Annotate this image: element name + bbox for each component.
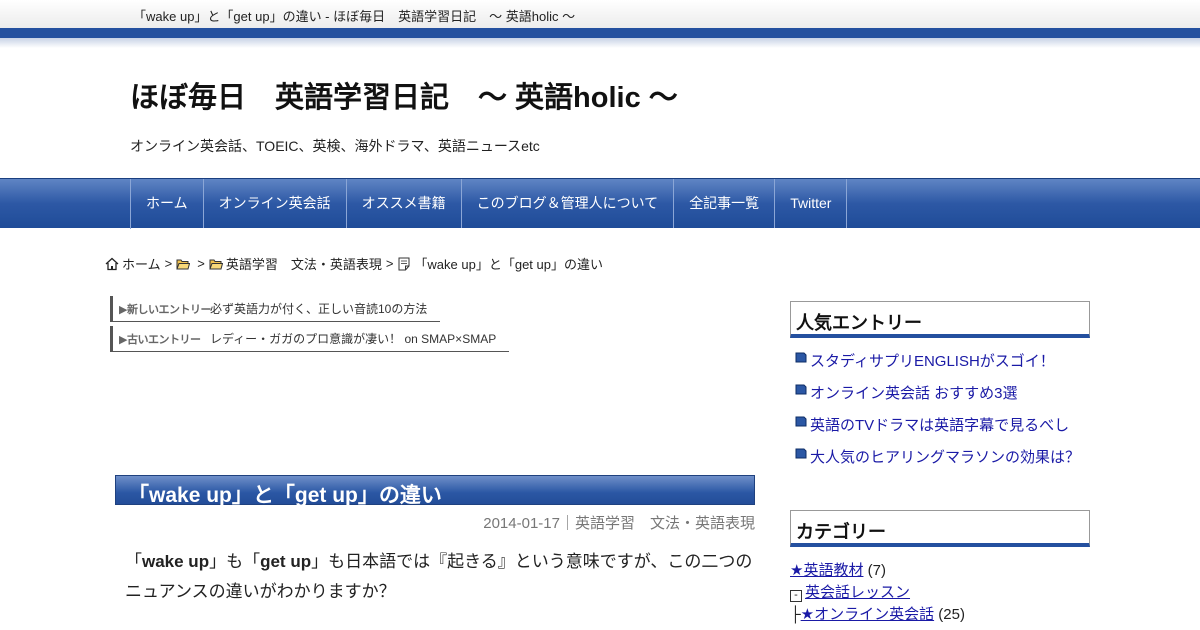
breadcrumb: ホーム > > 英語学習 文法・英語表現 > 「wake up」と「get up…: [105, 254, 603, 273]
older-entry-row: ▶古いエントリー レディー・ガガのプロ意識が凄い！ on SMAP×SMAP: [110, 326, 509, 352]
collapse-toggle-icon[interactable]: -: [790, 590, 802, 602]
tree-branch-icon: ├: [790, 606, 801, 623]
older-entry-link[interactable]: レディー・ガガのプロ意識が凄い！ on SMAP×SMAP: [210, 330, 508, 347]
category-link[interactable]: ★英語教材: [790, 562, 863, 579]
bullet-icon: [795, 448, 807, 459]
category-item: ★英語教材 (7): [790, 559, 886, 580]
nav-item-online-eikaiwa[interactable]: オンライン英会話: [204, 179, 347, 228]
home-icon: [105, 257, 119, 270]
post-body-keyword: wake up: [142, 552, 210, 571]
category-count: (25): [938, 606, 965, 623]
popular-item[interactable]: スタディサプリENGLISHがスゴイ！: [795, 350, 1055, 371]
nav-item-all-posts[interactable]: 全記事一覧: [674, 179, 776, 228]
newer-entry-row: ▶新しいエントリー 必ず英語力が付く、正しい音読10の方法: [110, 296, 440, 322]
popular-widget-title: 人気エントリー: [796, 313, 922, 333]
post-meta-separator: ｜: [559, 515, 575, 532]
category-link[interactable]: ★オンライン英会話: [801, 606, 934, 623]
window-title-bar: 「wake up」と「get up」の違い - ほぼ毎日 英語学習日記 ～ 英語…: [0, 0, 1200, 28]
document-icon: [398, 257, 410, 270]
breadcrumb-separator: >: [164, 256, 173, 271]
nav-item-home[interactable]: ホーム: [131, 179, 204, 228]
breadcrumb-home[interactable]: ホーム: [122, 254, 161, 273]
post-body-text: 」も「: [209, 552, 261, 571]
folder-icon: [209, 259, 223, 269]
popular-item-label[interactable]: スタディサプリENGLISHがスゴイ！: [810, 350, 1055, 371]
popular-item[interactable]: 大人気のヒアリングマラソンの効果は？: [795, 446, 1080, 467]
breadcrumb-separator: >: [197, 256, 205, 271]
post-category-link[interactable]: 英語学習 文法・英語表現: [575, 515, 755, 532]
newer-entry-tag: ▶新しいエントリー: [119, 303, 211, 316]
nav-item-books[interactable]: オススメ書籍: [347, 179, 462, 228]
top-shadow: [0, 38, 1200, 48]
category-widget-title: カテゴリー: [796, 522, 886, 542]
nav-item-about[interactable]: このブログ＆管理人について: [462, 179, 675, 228]
older-entry-tag: ▶古いエントリー: [119, 333, 201, 346]
nav-list: ホーム オンライン英会話 オススメ書籍 このブログ＆管理人について 全記事一覧 …: [130, 179, 848, 229]
breadcrumb-category[interactable]: 英語学習 文法・英語表現: [226, 254, 382, 273]
category-link[interactable]: 英会話レッスン: [805, 584, 910, 601]
category-widget-header: カテゴリー: [790, 510, 1090, 547]
top-accent-stripe: [0, 28, 1200, 38]
post-body: 「wake up」も「get up」も日本語では『起きる』という意味ですが、この…: [125, 547, 755, 607]
popular-item-label[interactable]: 大人気のヒアリングマラソンの効果は？: [810, 446, 1080, 467]
post-date: 2014-01-17: [483, 515, 560, 532]
site-title[interactable]: ほぼ毎日 英語学習日記 ～ 英語holic ～: [130, 74, 678, 116]
site-description: オンライン英会話、TOEIC、英検、海外ドラマ、英語ニュースetc: [130, 138, 540, 154]
breadcrumb-current: 「wake up」と「get up」の違い: [414, 257, 603, 272]
post-body-keyword: get up: [260, 552, 312, 571]
popular-item[interactable]: 英語のTVドラマは英語字幕で見るべし: [795, 414, 1069, 435]
popular-item-label[interactable]: 英語のTVドラマは英語字幕で見るべし: [810, 414, 1069, 435]
newer-entry-link[interactable]: 必ず英語力が付く、正しい音読10の方法: [210, 300, 439, 317]
category-item: ├★オンライン英会話 (25): [790, 603, 965, 624]
category-count: (7): [867, 562, 886, 579]
bullet-icon: [795, 352, 807, 363]
popular-item-label[interactable]: オンライン英会話 おすすめ3選: [810, 382, 1018, 403]
folder-icon[interactable]: [176, 257, 191, 271]
category-item: - 英会話レッスン: [790, 581, 910, 602]
post-title: 「wake up」と「get up」の違い: [128, 484, 442, 507]
post-title-bar: 「wake up」と「get up」の違い: [115, 475, 755, 507]
popular-widget-header: 人気エントリー: [790, 301, 1090, 338]
post-body-text: 「: [125, 552, 142, 571]
post-meta: 2014-01-17｜英語学習 文法・英語表現: [483, 512, 755, 533]
nav-item-twitter[interactable]: Twitter: [775, 179, 848, 228]
main-navigation: ホーム オンライン英会話 オススメ書籍 このブログ＆管理人について 全記事一覧 …: [0, 178, 1200, 229]
bullet-icon: [795, 416, 807, 427]
bullet-icon: [795, 384, 807, 395]
popular-item[interactable]: オンライン英会話 おすすめ3選: [795, 382, 1018, 403]
window-title: 「wake up」と「get up」の違い - ほぼ毎日 英語学習日記 ～ 英語…: [133, 9, 576, 24]
breadcrumb-separator: >: [385, 256, 394, 271]
